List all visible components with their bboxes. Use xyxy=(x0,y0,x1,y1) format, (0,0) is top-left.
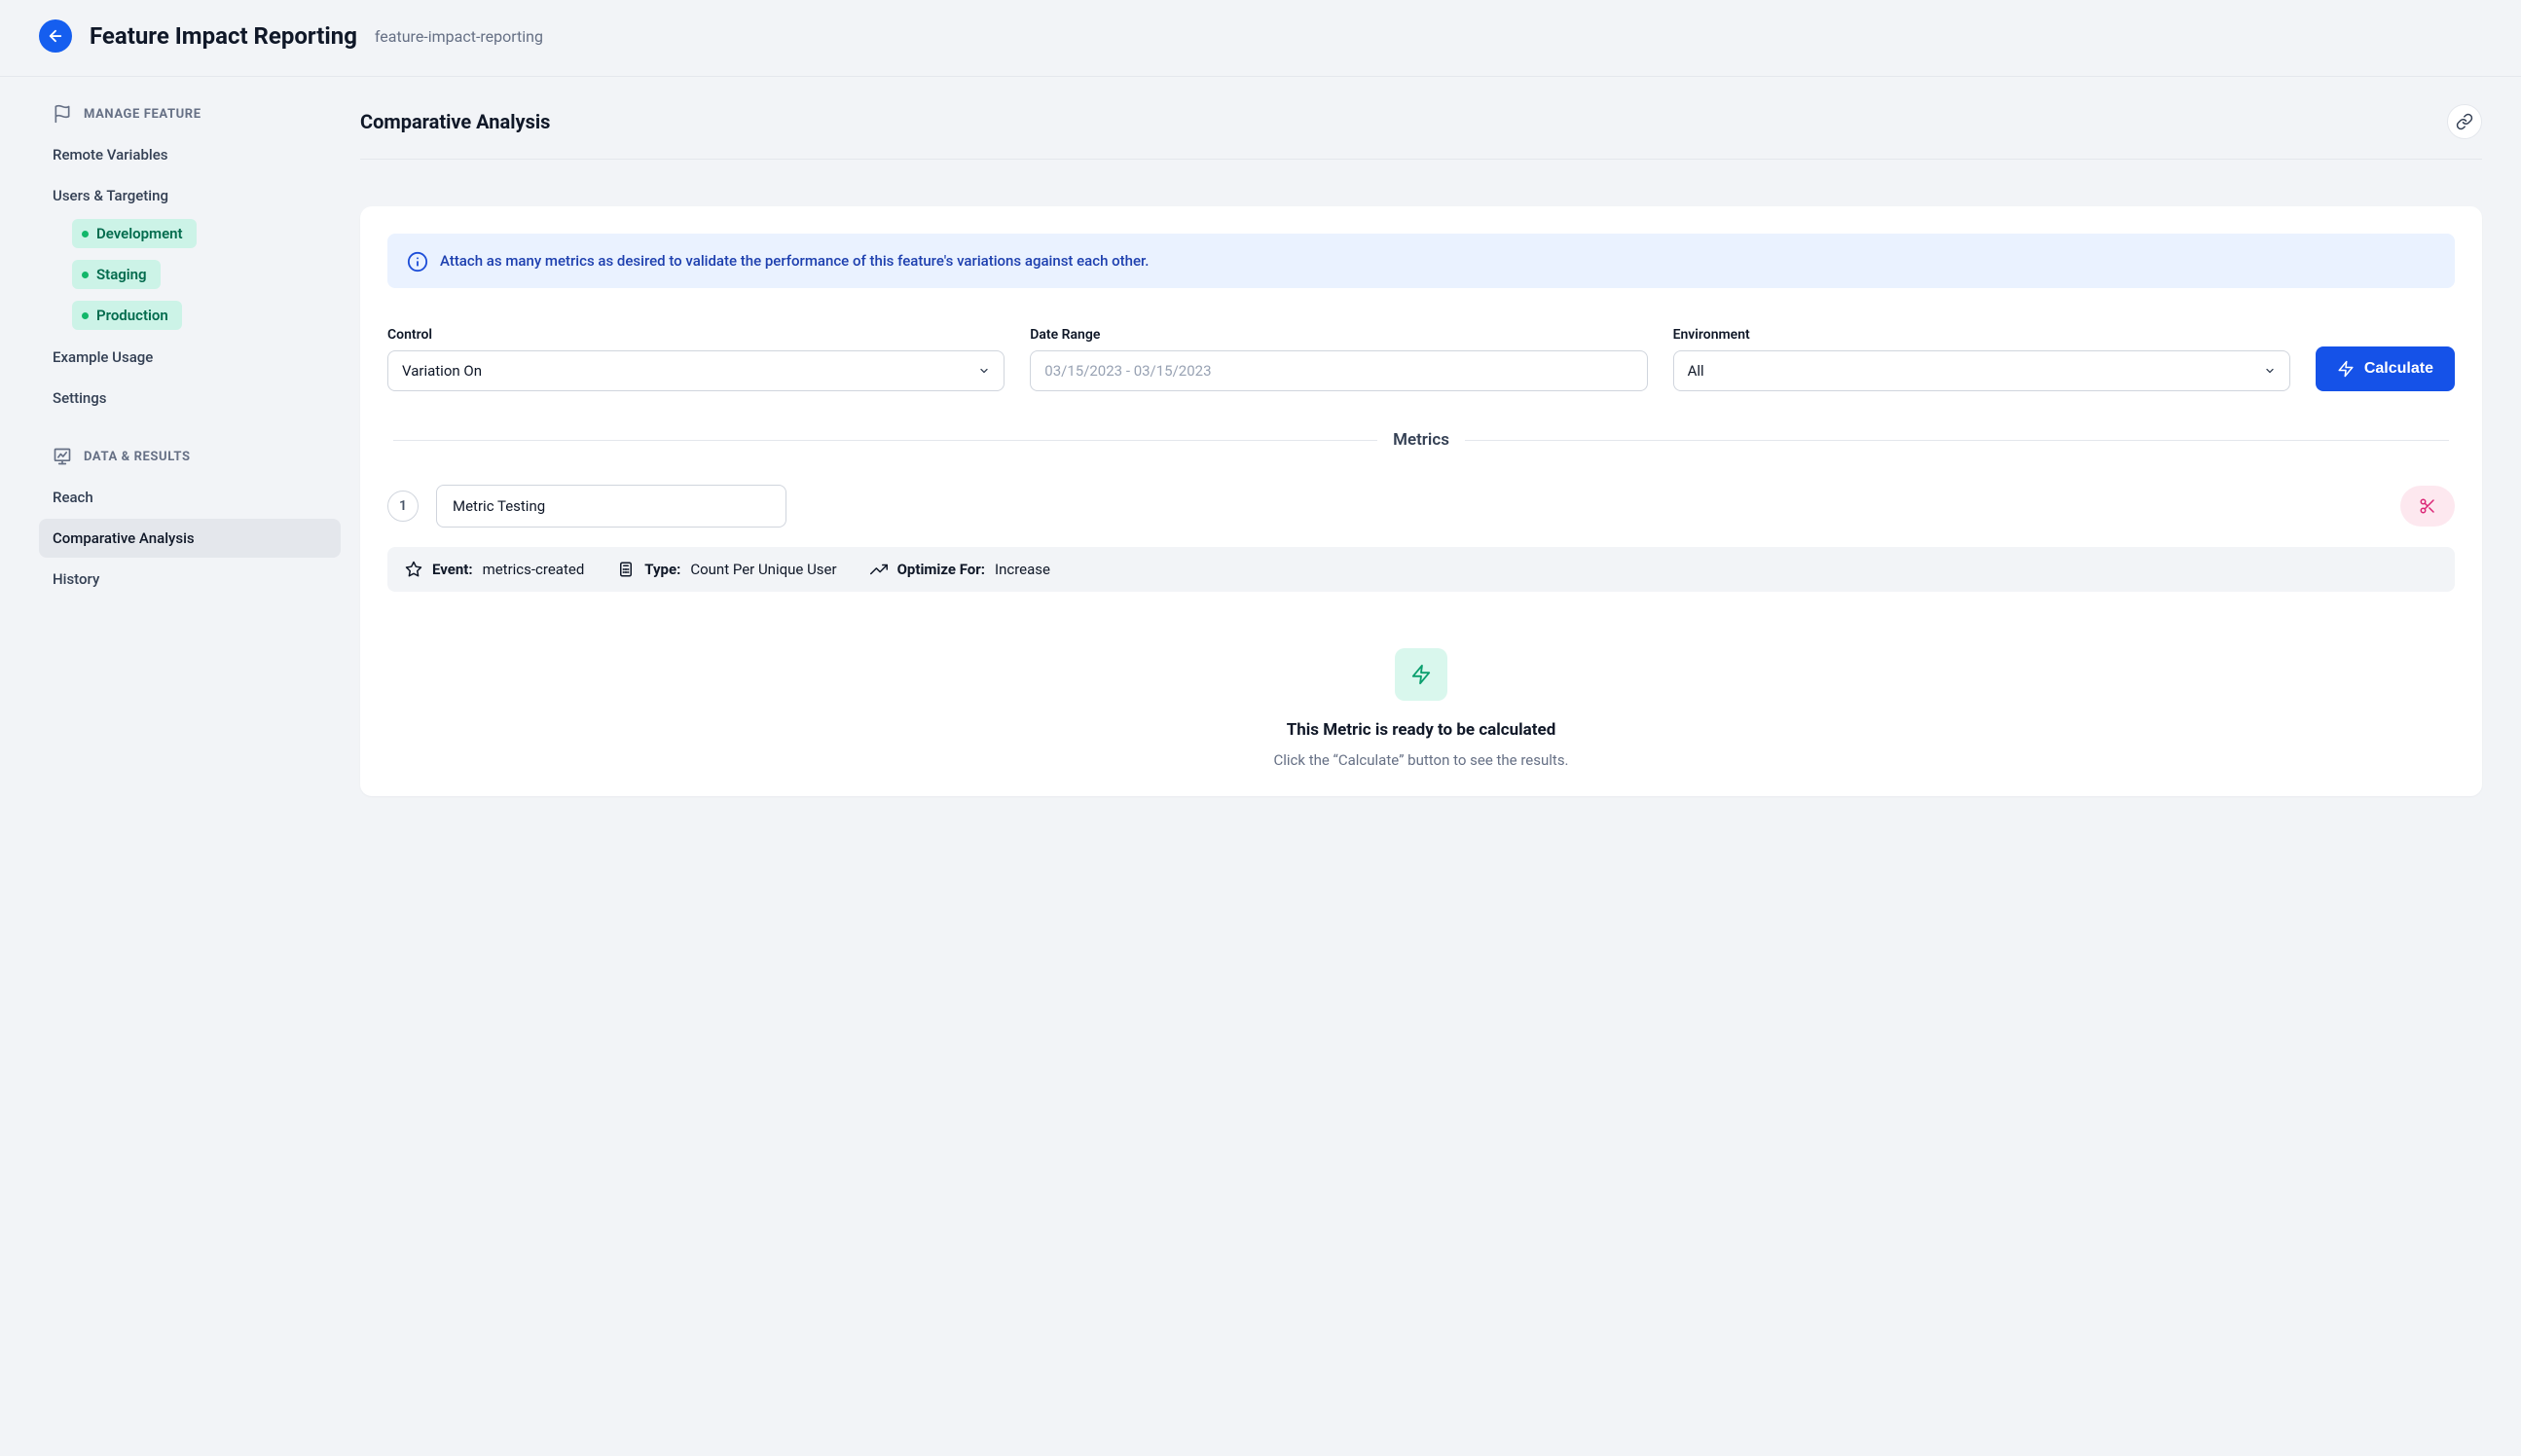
metric-details-bar: Event: metrics-created Type: Count Per U… xyxy=(387,547,2455,592)
detail-event: Event: metrics-created xyxy=(405,561,584,578)
sidebar-item-label: Comparative Analysis xyxy=(53,529,195,547)
scissors-icon xyxy=(2419,497,2436,515)
chevron-down-icon xyxy=(978,365,990,377)
sidebar-item-comparative-analysis[interactable]: Comparative Analysis xyxy=(39,519,341,558)
control-label: Control xyxy=(387,327,1005,343)
info-icon xyxy=(407,251,426,271)
sidebar-item-users-targeting[interactable]: Users & Targeting xyxy=(39,176,341,215)
app-root: Feature Impact Reporting feature-impact-… xyxy=(0,0,2521,1456)
metric-index-badge: 1 xyxy=(387,491,419,522)
detail-label: Optimize For: xyxy=(897,561,985,578)
env-chip-production[interactable]: Production xyxy=(72,301,182,330)
divider-line xyxy=(1465,440,2449,441)
page-slug: feature-impact-reporting xyxy=(375,27,543,46)
detail-value: Increase xyxy=(995,561,1050,578)
control-group-control: Control Variation On xyxy=(387,327,1005,391)
presentation-chart-icon xyxy=(53,447,72,466)
sidebar-item-label: Remote Variables xyxy=(53,146,167,164)
main-header: Comparative Analysis xyxy=(360,104,2482,160)
date-placeholder: 03/15/2023 - 03/15/2023 xyxy=(1044,362,1211,380)
status-dot-icon xyxy=(82,272,89,278)
info-text: Attach as many metrics as desired to val… xyxy=(440,252,1149,270)
calculate-button[interactable]: Calculate xyxy=(2316,346,2455,391)
ready-subtitle: Click the “Calculate” button to see the … xyxy=(1273,751,1568,769)
detail-type: Type: Count Per Unique User xyxy=(617,561,836,578)
sidebar-item-label: Users & Targeting xyxy=(53,187,168,204)
metrics-label: Metrics xyxy=(1393,430,1449,450)
sidebar-section-data: DATA & RESULTS xyxy=(39,447,341,466)
back-button[interactable] xyxy=(39,19,72,53)
copy-link-button[interactable] xyxy=(2447,104,2482,139)
env-label: Development xyxy=(96,225,183,242)
sidebar-section-manage: MANAGE FEATURE xyxy=(39,104,341,124)
environment-select[interactable]: All xyxy=(1673,350,2290,391)
sidebar-item-settings[interactable]: Settings xyxy=(39,379,341,418)
status-dot-icon xyxy=(82,231,89,237)
controls-row: Control Variation On Date Range 03/15/20… xyxy=(387,327,2455,391)
main-content: Comparative Analysis Attach as many metr… xyxy=(360,77,2482,796)
ready-title: This Metric is ready to be calculated xyxy=(1287,720,1556,740)
metrics-divider: Metrics xyxy=(393,430,2449,450)
sidebar-item-label: Example Usage xyxy=(53,348,153,366)
main-title: Comparative Analysis xyxy=(360,110,550,133)
metric-name: Metric Testing xyxy=(453,497,545,515)
detail-optimize: Optimize For: Increase xyxy=(870,561,1050,578)
control-group-date: Date Range 03/15/2023 - 03/15/2023 xyxy=(1030,327,1647,391)
control-label: Date Range xyxy=(1030,327,1647,343)
env-label: Staging xyxy=(96,266,147,283)
sidebar-section-label: MANAGE FEATURE xyxy=(84,107,201,122)
sidebar-item-reach[interactable]: Reach xyxy=(39,478,341,517)
lightning-icon xyxy=(1410,664,1432,685)
arrow-left-icon xyxy=(47,27,64,45)
ready-icon-wrap xyxy=(1395,648,1447,701)
sidebar-item-example-usage[interactable]: Example Usage xyxy=(39,338,341,377)
metric-name-display[interactable]: Metric Testing xyxy=(436,485,786,528)
page-title: Feature Impact Reporting xyxy=(90,22,357,50)
trend-up-icon xyxy=(870,561,888,578)
sidebar-item-label: Settings xyxy=(53,389,107,407)
info-banner: Attach as many metrics as desired to val… xyxy=(387,234,2455,288)
sidebar-item-remote-variables[interactable]: Remote Variables xyxy=(39,135,341,174)
control-group-environment: Environment All xyxy=(1673,327,2290,391)
env-chip-staging[interactable]: Staging xyxy=(72,260,161,289)
ready-state: This Metric is ready to be calculated Cl… xyxy=(387,638,2455,769)
lightning-icon xyxy=(2337,360,2355,378)
chevron-down-icon xyxy=(2264,365,2276,377)
metric-row: 1 Metric Testing xyxy=(387,485,2455,528)
detail-label: Event: xyxy=(432,561,473,578)
detail-label: Type: xyxy=(644,561,680,578)
calculator-icon xyxy=(617,561,635,578)
remove-metric-button[interactable] xyxy=(2400,486,2455,527)
star-icon xyxy=(405,561,422,578)
select-value: All xyxy=(1688,362,1704,380)
status-dot-icon xyxy=(82,312,89,319)
control-select[interactable]: Variation On xyxy=(387,350,1005,391)
sidebar: MANAGE FEATURE Remote Variables Users & … xyxy=(39,77,360,796)
control-label: Environment xyxy=(1673,327,2290,343)
divider-line xyxy=(393,440,1377,441)
env-chip-development[interactable]: Development xyxy=(72,219,197,248)
environment-list: Development Staging Production xyxy=(39,219,341,330)
page-header: Feature Impact Reporting feature-impact-… xyxy=(0,0,2521,77)
sidebar-item-label: Reach xyxy=(53,489,93,506)
env-label: Production xyxy=(96,307,168,324)
select-value: Variation On xyxy=(402,362,482,380)
sidebar-item-label: History xyxy=(53,570,99,588)
detail-value: Count Per Unique User xyxy=(690,561,836,578)
calculate-label: Calculate xyxy=(2364,360,2433,378)
sidebar-item-history[interactable]: History xyxy=(39,560,341,599)
analysis-card: Attach as many metrics as desired to val… xyxy=(360,206,2482,796)
detail-value: metrics-created xyxy=(483,561,585,578)
sidebar-section-label: DATA & RESULTS xyxy=(84,450,191,464)
date-range-input[interactable]: 03/15/2023 - 03/15/2023 xyxy=(1030,350,1647,391)
link-icon xyxy=(2456,113,2473,130)
flag-icon xyxy=(53,104,72,124)
